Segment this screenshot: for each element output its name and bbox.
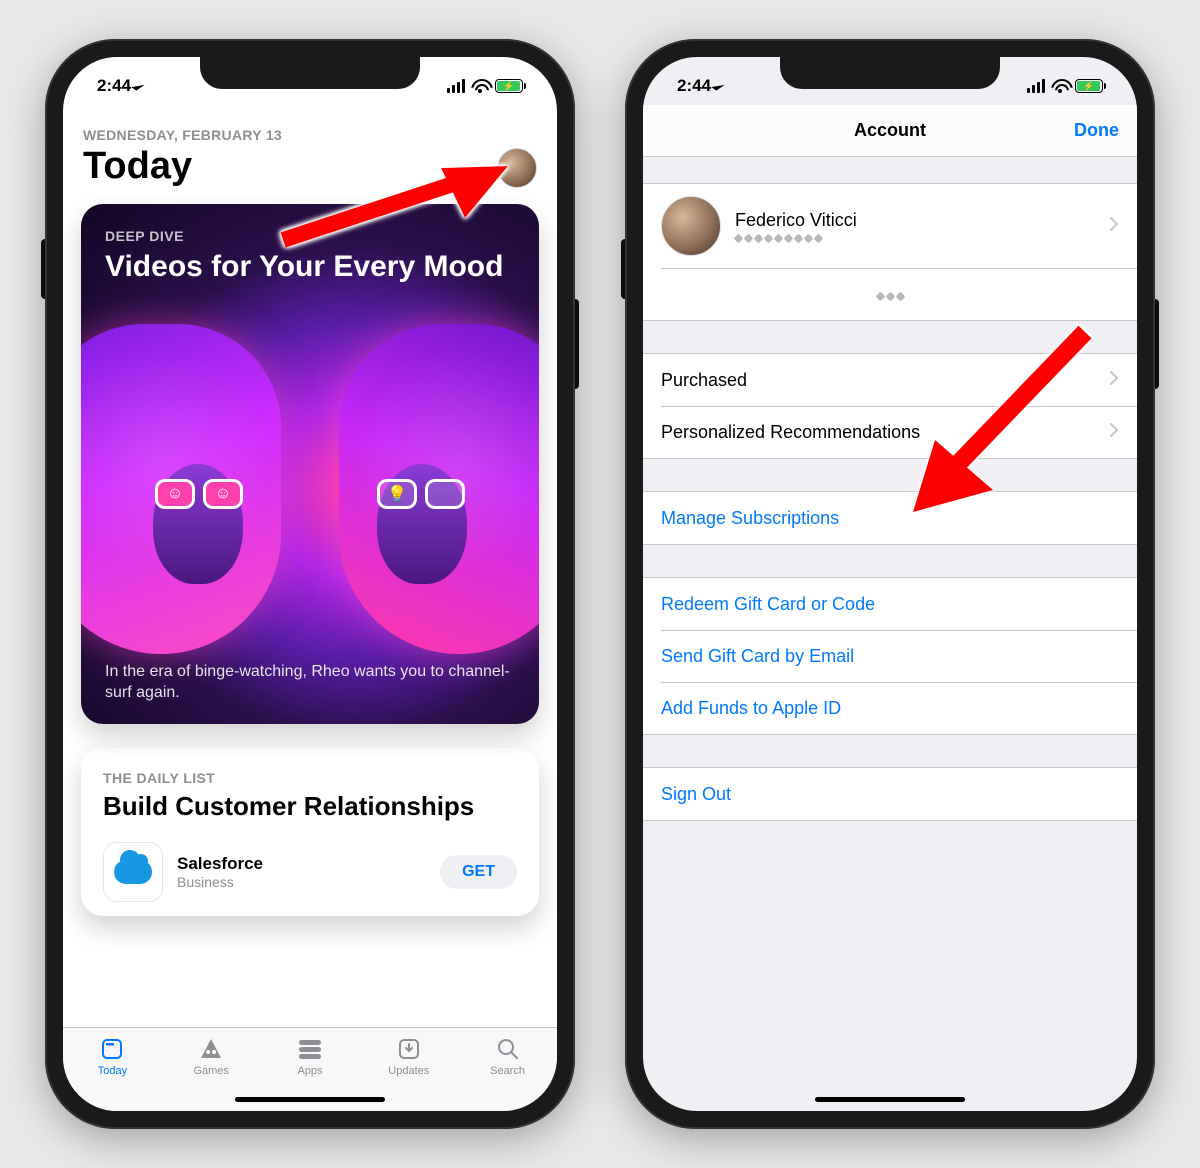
status-time: 2:44	[677, 76, 711, 96]
home-indicator[interactable]	[815, 1097, 965, 1102]
home-indicator[interactable]	[235, 1097, 385, 1102]
app-name: Salesforce	[177, 854, 426, 874]
card-title: Build Customer Relationships	[103, 792, 517, 822]
redacted-email	[735, 235, 857, 242]
tutorial-arrow-icon	[273, 162, 513, 252]
sign-out-row[interactable]: Sign Out	[643, 768, 1137, 820]
chevron-right-icon	[1109, 216, 1119, 237]
notch	[780, 57, 1000, 89]
today-date: WEDNESDAY, FEBRUARY 13	[83, 127, 282, 143]
wifi-icon	[471, 79, 489, 93]
tab-apps[interactable]: Apps	[261, 1036, 360, 1077]
location-services-icon	[131, 81, 144, 90]
cellular-signal-icon	[447, 79, 465, 93]
featured-story-card[interactable]: DEEP DIVE Videos for Your Every Mood ☺☺ …	[81, 204, 539, 724]
notch	[200, 57, 420, 89]
daily-list-card[interactable]: THE DAILY LIST Build Customer Relationsh…	[81, 748, 539, 916]
tab-games[interactable]: Games	[162, 1036, 261, 1077]
account-table[interactable]: Federico Viticci Purchased	[643, 157, 1137, 1111]
chevron-right-icon	[1109, 422, 1119, 443]
updates-icon	[395, 1036, 423, 1062]
profile-avatar	[661, 196, 721, 256]
search-icon	[494, 1036, 522, 1062]
card-subtitle: In the era of binge-watching, Rheo wants…	[105, 661, 515, 704]
app-row[interactable]: Salesforce Business GET	[103, 842, 517, 902]
add-funds-row[interactable]: Add Funds to Apple ID	[643, 682, 1137, 734]
tab-today[interactable]: Today	[63, 1036, 162, 1077]
card-title: Videos for Your Every Mood	[105, 250, 515, 284]
page-title: Today	[83, 145, 282, 188]
cellular-signal-icon	[1027, 79, 1045, 93]
send-gift-card-row[interactable]: Send Gift Card by Email	[643, 630, 1137, 682]
salesforce-app-icon	[103, 842, 163, 902]
status-time: 2:44	[97, 76, 131, 96]
battery-icon: ⚡	[1075, 79, 1103, 93]
screen-today: 2:44 ⚡ WEDNESDAY, FEBRUARY 13 Today	[63, 57, 557, 1111]
screen-account: 2:44 ⚡ Account Done	[643, 57, 1137, 1111]
done-button[interactable]: Done	[1074, 120, 1119, 141]
card-eyebrow: THE DAILY LIST	[103, 770, 517, 786]
iphone-frame-right: 2:44 ⚡ Account Done	[625, 39, 1155, 1129]
chevron-right-icon	[1109, 370, 1119, 391]
tab-search[interactable]: Search	[458, 1036, 557, 1077]
profile-name: Federico Viticci	[735, 210, 857, 231]
iphone-frame-left: 2:44 ⚡ WEDNESDAY, FEBRUARY 13 Today	[45, 39, 575, 1129]
battery-icon: ⚡	[495, 79, 523, 93]
nav-bar: Account Done	[643, 105, 1137, 157]
get-button[interactable]: GET	[440, 855, 517, 889]
apps-icon	[296, 1036, 324, 1062]
location-services-icon	[711, 81, 724, 90]
apple-id-row[interactable]: Federico Viticci	[643, 184, 1137, 268]
nav-title: Account	[854, 120, 926, 141]
tab-bar: Today Games Apps Updates	[63, 1027, 557, 1111]
tab-updates[interactable]: Updates	[359, 1036, 458, 1077]
tutorial-arrow-icon	[885, 312, 1105, 532]
today-icon	[98, 1036, 126, 1062]
wifi-icon	[1051, 79, 1069, 93]
games-icon	[197, 1036, 225, 1062]
redeem-code-row[interactable]: Redeem Gift Card or Code	[643, 578, 1137, 630]
app-category: Business	[177, 874, 426, 890]
